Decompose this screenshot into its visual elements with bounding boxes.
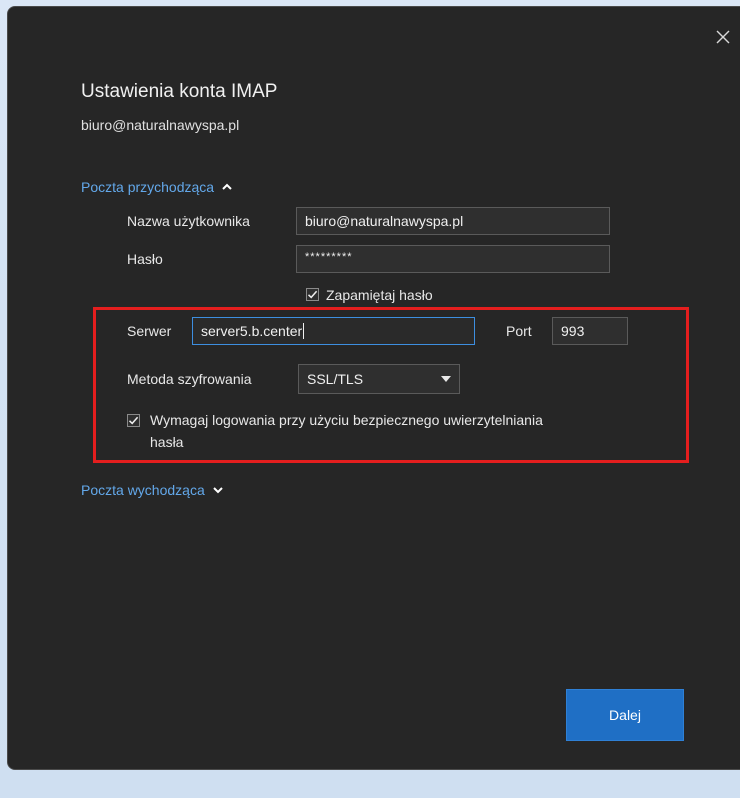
close-icon <box>716 30 730 44</box>
checkmark-icon <box>307 290 318 299</box>
encryption-method-value: SSL/TLS <box>307 371 364 387</box>
imap-settings-dialog: Ustawienia konta IMAP biuro@naturalnawys… <box>7 6 740 770</box>
incoming-mail-toggle[interactable]: Poczta przychodząca <box>81 179 233 195</box>
dropdown-arrow-icon <box>441 376 451 382</box>
close-button[interactable] <box>709 23 737 51</box>
password-value: ********* <box>305 251 353 263</box>
next-button[interactable]: Dalej <box>566 689 684 741</box>
server-input[interactable]: server5.b.center <box>192 317 475 345</box>
account-email: biuro@naturalnawyspa.pl <box>81 117 240 133</box>
username-value: biuro@naturalnawyspa.pl <box>305 213 464 229</box>
dialog-title: Ustawienia konta IMAP <box>81 81 278 102</box>
outgoing-mail-header: Poczta wychodząca <box>81 482 205 498</box>
port-label: Port <box>506 323 532 339</box>
remember-password-checkbox[interactable] <box>306 288 319 301</box>
incoming-mail-header: Poczta przychodząca <box>81 179 215 195</box>
port-input[interactable]: 993 <box>552 317 628 345</box>
encryption-method-select[interactable]: SSL/TLS <box>298 364 460 394</box>
server-value: server5.b.center <box>201 323 303 339</box>
require-spa-checkbox[interactable] <box>127 414 140 427</box>
server-label: Serwer <box>127 323 172 339</box>
password-input[interactable]: ********* <box>296 245 610 273</box>
port-value: 993 <box>561 323 585 339</box>
password-label: Hasło <box>127 251 163 267</box>
remember-password-label: Zapamiętaj hasło <box>326 287 433 303</box>
checkmark-icon <box>128 416 139 425</box>
encryption-method-label: Metoda szyfrowania <box>127 371 252 387</box>
next-button-label: Dalej <box>609 707 641 723</box>
chevron-up-icon <box>222 183 232 190</box>
require-spa-label-line1: Wymagaj logowania przy użyciu bezpieczne… <box>150 412 543 428</box>
text-caret <box>303 323 305 339</box>
username-input[interactable]: biuro@naturalnawyspa.pl <box>296 207 610 235</box>
require-spa-label-line2: hasła <box>150 434 184 450</box>
outgoing-mail-toggle[interactable]: Poczta wychodząca <box>81 482 224 498</box>
chevron-down-icon <box>213 487 223 494</box>
username-label: Nazwa użytkownika <box>127 213 250 229</box>
